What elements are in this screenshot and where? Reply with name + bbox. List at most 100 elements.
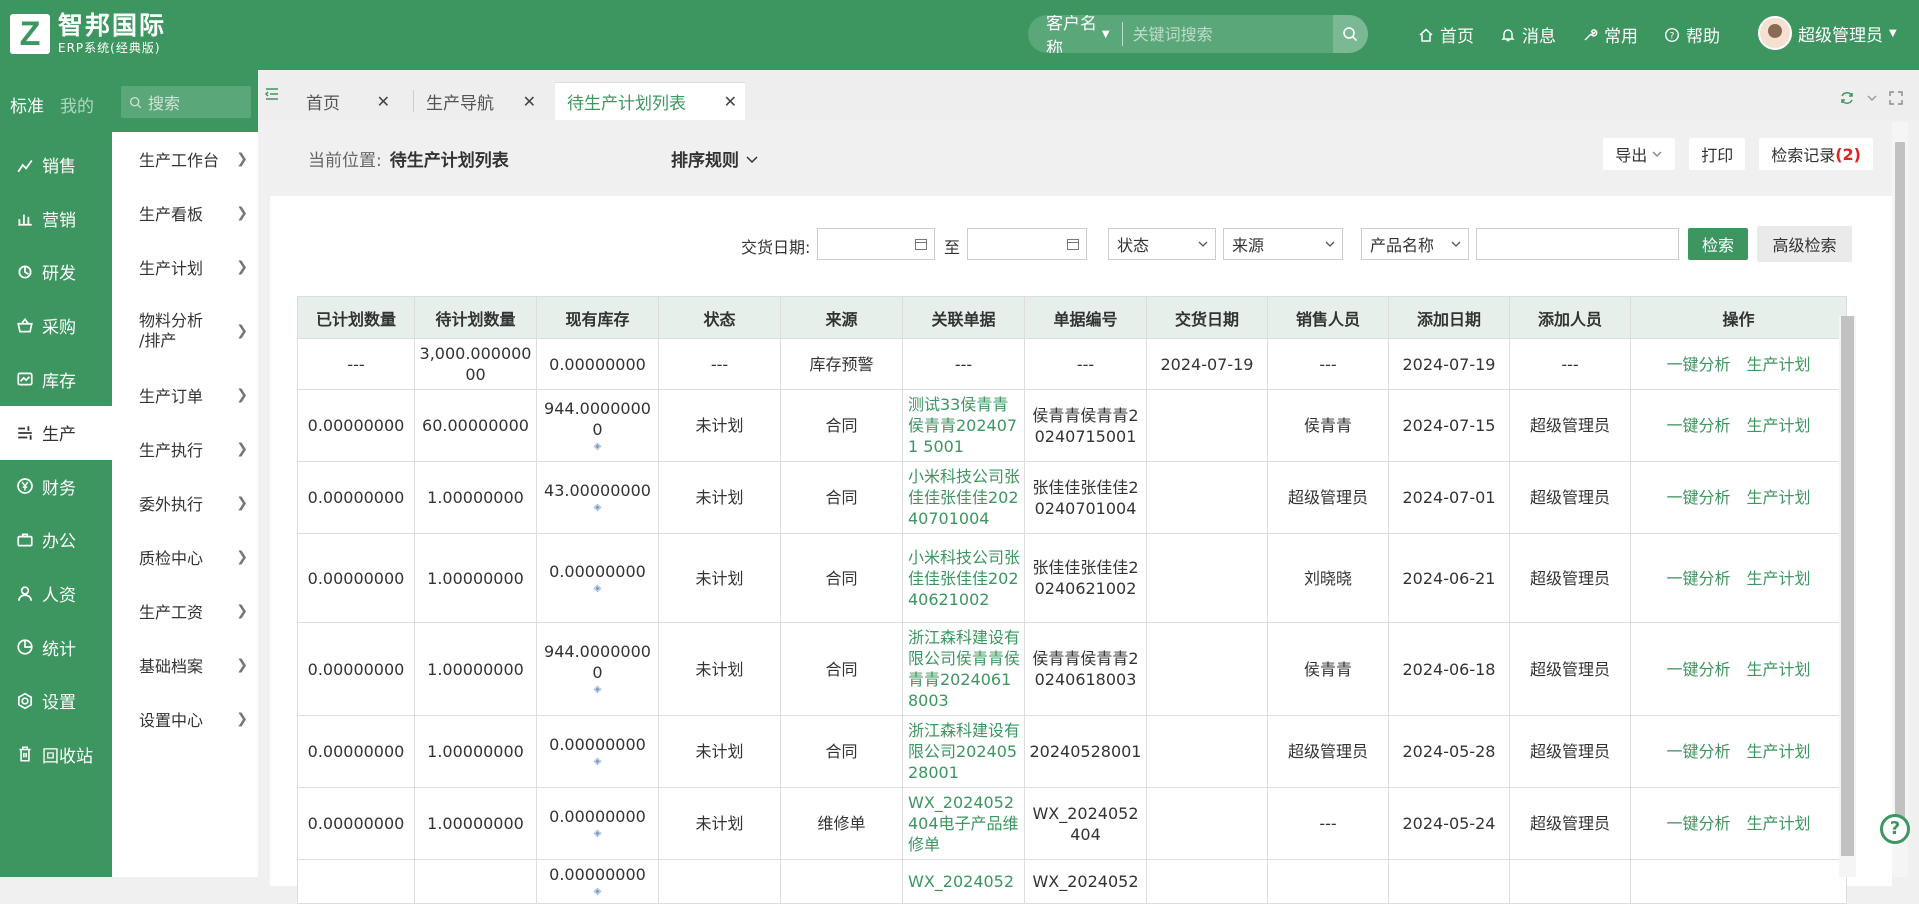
chevron-down-icon[interactable] (1865, 91, 1879, 105)
tab-pending-plan-list[interactable]: 待生产计划列表 ✕ (555, 82, 745, 120)
submenu-item-8[interactable]: 生产工资 ❯ (112, 584, 258, 638)
delivery-date-end[interactable] (967, 228, 1087, 260)
submenu-item-1[interactable]: 生产看板 ❯ (112, 186, 258, 240)
close-icon[interactable]: ✕ (377, 92, 390, 111)
nav-favorites[interactable]: 常用 (1582, 22, 1638, 47)
stock-detail-icon[interactable]: ◈ (540, 440, 655, 454)
cell-text: 0.00000000 (307, 568, 405, 588)
status-select[interactable]: 状态 (1108, 228, 1216, 260)
table-row: 0.00000000 1.00000000 0.00000000 ◈ 未计划 合同 浙江森科… (297, 715, 1847, 788)
sidebar-tab-mine[interactable]: 我的 (60, 92, 94, 117)
sidebar-item-9[interactable]: 统计 (0, 620, 112, 674)
fullscreen-icon[interactable] (1889, 91, 1903, 105)
nav-help[interactable]: ? 帮助 (1664, 22, 1720, 47)
brand-logo[interactable]: Z 智邦国际 ERP系统(经典版) (10, 12, 166, 56)
analyze-link[interactable]: 一键分析 (1666, 569, 1730, 588)
production-plan-link[interactable]: 生产计划 (1747, 660, 1811, 679)
analyze-link[interactable]: 一键分析 (1666, 742, 1730, 761)
print-button[interactable]: 打印 (1689, 138, 1746, 170)
sidebar-item-4[interactable]: 库存 (0, 352, 112, 406)
stock-detail-icon[interactable]: ◈ (540, 885, 655, 899)
page-scrollbar[interactable] (1892, 122, 1908, 877)
cell-related[interactable]: 浙江森科建设有限公司侯青青侯青青20240618003 (902, 622, 1025, 716)
help-float-button[interactable]: ? (1880, 814, 1910, 844)
export-button[interactable]: 导出 (1603, 138, 1676, 170)
chevron-right-icon: ❯ (236, 657, 248, 673)
stock-detail-icon[interactable]: ◈ (540, 827, 655, 841)
stock-detail-icon[interactable]: ◈ (540, 755, 655, 769)
production-plan-link[interactable]: 生产计划 (1747, 416, 1811, 435)
analyze-link[interactable]: 一键分析 (1666, 488, 1730, 507)
cell-doc_no: 侯青青侯青青20240715001 (1024, 389, 1147, 462)
tab-production-nav[interactable]: 生产导航 ✕ (414, 82, 544, 120)
sidebar-item-6[interactable]: 财务 (0, 460, 112, 514)
submenu-item-6[interactable]: 委外执行 ❯ (112, 476, 258, 530)
tab-home[interactable]: 首页 ✕ (294, 82, 398, 120)
global-search: 客户名称 ▼ (1028, 15, 1368, 53)
user-menu[interactable]: 超级管理员 ▼ (1758, 16, 1897, 50)
production-plan-link[interactable]: 生产计划 (1747, 742, 1811, 761)
top-nav: 首页 消息 常用 ? 帮助 (1418, 22, 1746, 47)
analyze-link[interactable]: 一键分析 (1666, 355, 1730, 374)
sidebar-item-11[interactable]: 回收站 (0, 728, 112, 782)
search-records-button[interactable]: 检索记录 (2) (1759, 138, 1873, 170)
product-name-input[interactable] (1476, 228, 1679, 260)
sidebar-item-10[interactable]: 设置 (0, 674, 112, 728)
refresh-icon[interactable] (1839, 90, 1855, 106)
production-plan-link[interactable]: 生产计划 (1747, 569, 1811, 588)
sidebar-tab-standard[interactable]: 标准 (10, 92, 44, 117)
nav-messages[interactable]: 消息 (1500, 22, 1556, 47)
sidebar-item-3[interactable]: 采购 (0, 299, 112, 353)
table-scrollbar-thumb[interactable] (1841, 316, 1854, 856)
close-icon[interactable]: ✕ (724, 92, 737, 111)
page-scrollbar-thumb[interactable] (1895, 142, 1905, 832)
production-plan-link[interactable]: 生产计划 (1747, 355, 1811, 374)
sidebar-item-5[interactable]: 生产 (0, 405, 112, 460)
chevron-right-icon: ❯ (236, 323, 248, 339)
sidebar-item-8[interactable]: 人资 (0, 567, 112, 621)
cell-stock: 944.0000000 0 ◈ (536, 389, 659, 462)
cell-related[interactable]: 浙江森科建设有限公司20240528001 (902, 715, 1025, 788)
sidebar-search-input[interactable]: 搜索 (121, 86, 251, 118)
stock-detail-icon[interactable]: ◈ (540, 582, 655, 596)
submenu-item-4[interactable]: 生产订单 ❯ (112, 368, 258, 422)
submenu-item-10[interactable]: 设置中心 ❯ (112, 692, 258, 746)
submenu-item-5[interactable]: 生产执行 ❯ (112, 422, 258, 476)
advanced-search-button[interactable]: 高级检索 (1757, 226, 1852, 262)
analyze-link[interactable]: 一键分析 (1666, 814, 1730, 833)
table-scrollbar[interactable] (1839, 316, 1856, 877)
search-input[interactable] (1122, 15, 1333, 53)
sort-rule-dropdown[interactable]: 排序规则 (671, 146, 759, 171)
close-icon[interactable]: ✕ (523, 92, 536, 111)
product-field-select[interactable]: 产品名称 (1361, 228, 1469, 260)
analyze-link[interactable]: 一键分析 (1666, 660, 1730, 679)
sidebar-item-1[interactable]: 营销 (0, 192, 112, 246)
production-plan-link[interactable]: 生产计划 (1747, 488, 1811, 507)
production-plan-link[interactable]: 生产计划 (1747, 814, 1811, 833)
submenu-item-9[interactable]: 基础档案 ❯ (112, 638, 258, 692)
search-type-select[interactable]: 客户名称 ▼ (1028, 15, 1123, 53)
cell-related[interactable]: 小米科技公司张佳佳张佳佳20240621002 (902, 533, 1025, 623)
submenu-item-3[interactable]: 物料分析 /排产 ❯ (112, 294, 258, 368)
cell-related[interactable]: WX_2024052404电子产品维修单 (902, 787, 1025, 860)
cell-adder (1509, 859, 1631, 904)
cell-text: 小米科技公司张佳佳张佳佳20240701004 (908, 467, 1021, 528)
sidebar-item-7[interactable]: 办公 (0, 513, 112, 567)
stock-detail-icon[interactable]: ◈ (540, 683, 655, 697)
delivery-date-start[interactable] (817, 228, 935, 260)
sidebar-item-0[interactable]: 销售 (0, 138, 112, 192)
cell-related[interactable]: WX_2024052 (902, 859, 1025, 904)
submenu-item-0[interactable]: 生产工作台 ❯ (112, 132, 258, 186)
analyze-link[interactable]: 一键分析 (1666, 416, 1730, 435)
source-select[interactable]: 来源 (1223, 228, 1343, 260)
submenu-item-2[interactable]: 生产计划 ❯ (112, 240, 258, 294)
cell-related[interactable]: 测试33侯青青侯青青2024071 5001 (902, 389, 1025, 462)
submenu-item-7[interactable]: 质检中心 ❯ (112, 530, 258, 584)
nav-home[interactable]: 首页 (1418, 22, 1474, 47)
search-button[interactable] (1332, 15, 1368, 53)
cell-related[interactable]: 小米科技公司张佳佳张佳佳20240701004 (902, 461, 1025, 534)
search-submit-button[interactable]: 检索 (1688, 228, 1748, 260)
stock-detail-icon[interactable]: ◈ (540, 501, 655, 515)
collapse-menu-icon[interactable] (264, 86, 280, 102)
sidebar-item-2[interactable]: 研发 (0, 245, 112, 299)
